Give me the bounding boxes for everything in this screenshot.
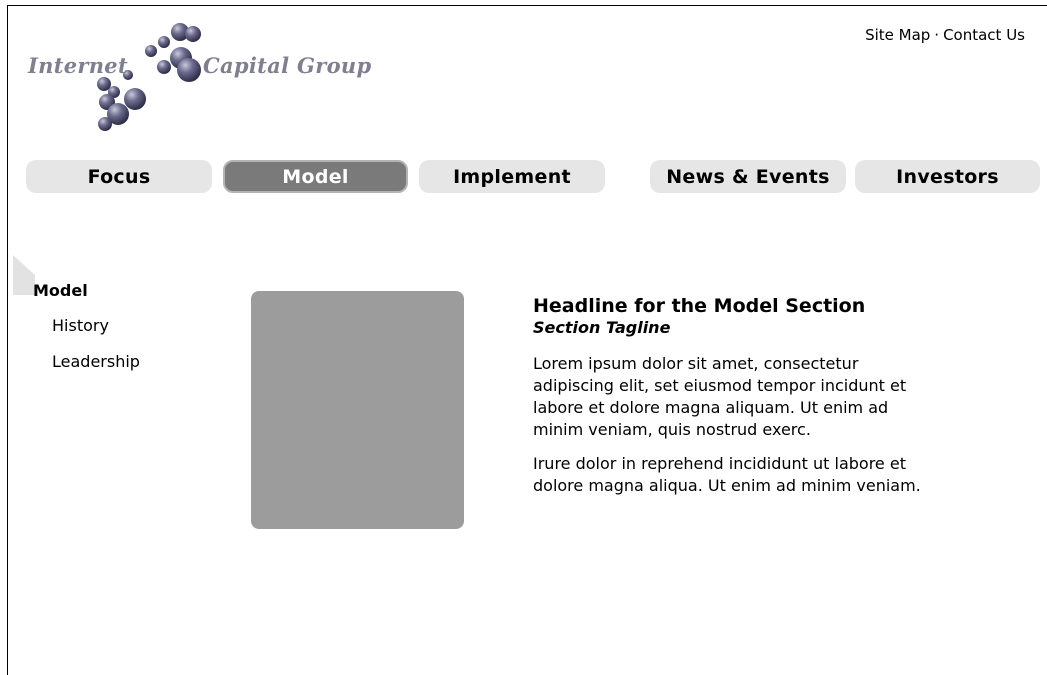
sidebar-item-history[interactable]: History	[52, 316, 109, 335]
section-tagline: Section Tagline	[533, 318, 671, 337]
main-content: Headline for the Model Section Section T…	[533, 295, 953, 497]
body-paragraph-2: Irure dolor in reprehend incididunt ut l…	[533, 454, 921, 495]
body-paragraph-1: Lorem ipsum dolor sit amet, consectetur …	[533, 354, 907, 439]
contact-us-link[interactable]: Contact Us	[943, 26, 1025, 44]
tab-investors[interactable]: Investors	[855, 160, 1040, 193]
section-image-placeholder	[251, 291, 464, 529]
section-headline: Headline for the Model Section	[533, 295, 866, 317]
utility-separator: ·	[934, 26, 940, 44]
tab-news-events[interactable]: News & Events	[650, 160, 846, 193]
company-logo[interactable]: Internet Capital Group	[28, 20, 438, 132]
sidebar-section-title: Model	[33, 281, 88, 300]
utility-links: Site Map · Contact Us	[865, 26, 1025, 44]
tab-focus[interactable]: Focus	[26, 160, 212, 193]
tab-implement[interactable]: Implement	[419, 160, 605, 193]
tab-model[interactable]: Model	[223, 160, 408, 193]
sidebar-item-leadership[interactable]: Leadership	[52, 352, 140, 371]
logo-word-internet: Internet	[28, 53, 128, 78]
logo-word-capital-group: Capital Group	[203, 53, 372, 78]
site-map-link[interactable]: Site Map	[865, 26, 930, 44]
